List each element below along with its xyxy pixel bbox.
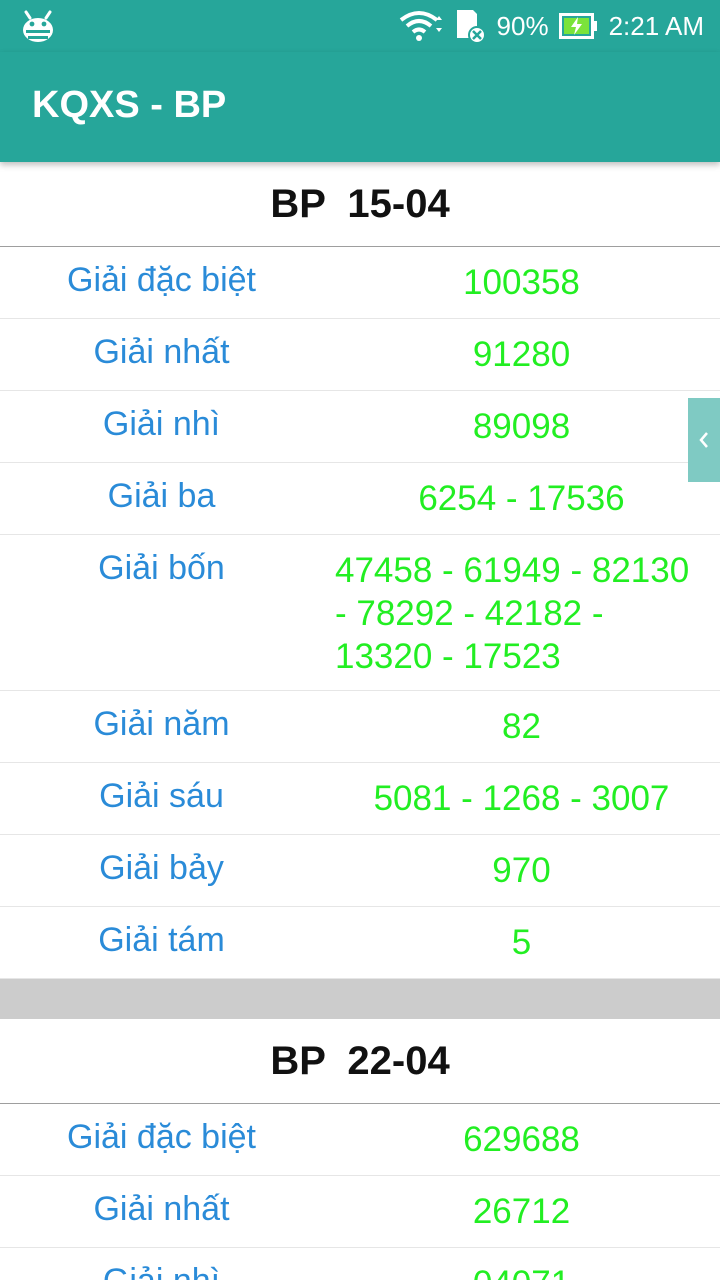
prize-label: Giải bảy bbox=[99, 849, 224, 887]
draw-title: BP 22-04 bbox=[0, 1019, 720, 1104]
draw-card: BP 15-04 Giải đặc biệt 100358 Giải nhất … bbox=[0, 162, 720, 979]
prize-value: 6254 - 17536 bbox=[418, 479, 625, 518]
chevron-left-icon bbox=[699, 432, 708, 448]
prize-value: 91280 bbox=[472, 335, 571, 374]
prize-value: 26712 bbox=[472, 1192, 571, 1231]
prize-value: 5 bbox=[511, 923, 532, 962]
prize-value: 47458 - 61949 - 82130 - 78292 - 42182 - … bbox=[335, 551, 690, 676]
prize-row: Giải tám 5 bbox=[0, 907, 720, 979]
prize-value: 100358 bbox=[463, 263, 580, 302]
prize-value: 82 bbox=[502, 707, 541, 746]
draw-card: BP 22-04 Giải đặc biệt 629688 Giải nhất … bbox=[0, 1019, 720, 1280]
app-title: KQXS - BP bbox=[32, 84, 227, 126]
prize-label: Giải sáu bbox=[99, 777, 224, 815]
prize-row: Giải bảy 970 bbox=[0, 835, 720, 907]
prize-row: Giải sáu 5081 - 1268 - 3007 bbox=[0, 763, 720, 835]
battery-charging-icon bbox=[558, 13, 597, 39]
prize-row: Giải nhì 04071 bbox=[0, 1248, 720, 1280]
prize-row: Giải đặc biệt 100358 bbox=[0, 247, 720, 319]
prize-label: Giải bốn bbox=[98, 549, 225, 587]
prize-row: Giải nhất 26712 bbox=[0, 1176, 720, 1248]
prize-label: Giải nhì bbox=[0, 1248, 323, 1280]
prize-label: Giải ba bbox=[107, 477, 216, 515]
side-drawer-handle[interactable] bbox=[688, 398, 720, 482]
prize-label: Giải nhất bbox=[93, 333, 230, 371]
prize-value: 04071 bbox=[323, 1248, 720, 1280]
prize-value: 970 bbox=[492, 851, 551, 890]
prize-row: Giải năm 82 bbox=[0, 691, 720, 763]
prize-label: Giải năm bbox=[93, 705, 230, 743]
battery-percent: 90% bbox=[496, 10, 549, 41]
wifi-icon bbox=[399, 11, 442, 41]
prize-label: Giải đặc biệt bbox=[67, 1118, 256, 1156]
prize-row: Giải nhì 89098 bbox=[0, 391, 720, 463]
prize-value: 89098 bbox=[472, 407, 571, 446]
draw-title: BP 15-04 bbox=[0, 162, 720, 247]
prize-label: Giải tám bbox=[98, 921, 225, 959]
prize-value: 5081 - 1268 - 3007 bbox=[373, 779, 670, 818]
prize-row: Giải bốn 47458 - 61949 - 82130 - 78292 -… bbox=[0, 535, 720, 691]
sd-card-icon bbox=[456, 10, 486, 44]
prize-row: Giải ba 6254 - 17536 bbox=[0, 463, 720, 535]
prize-value: 629688 bbox=[463, 1120, 580, 1159]
card-separator bbox=[0, 979, 720, 1019]
prize-row: Giải nhất 91280 bbox=[0, 319, 720, 391]
prize-row: Giải đặc biệt 629688 bbox=[0, 1104, 720, 1176]
app-bar: KQXS - BP bbox=[0, 52, 720, 162]
prize-label: Giải đặc biệt bbox=[67, 261, 256, 299]
clock: 2:21 AM bbox=[608, 10, 704, 41]
status-bar: 90% 2:21 AM bbox=[0, 0, 720, 52]
prize-label: Giải nhất bbox=[93, 1190, 230, 1228]
results-list[interactable]: BP 15-04 Giải đặc biệt 100358 Giải nhất … bbox=[0, 162, 720, 1280]
android-debug-icon bbox=[23, 10, 53, 42]
prize-label: Giải nhì bbox=[102, 405, 221, 443]
